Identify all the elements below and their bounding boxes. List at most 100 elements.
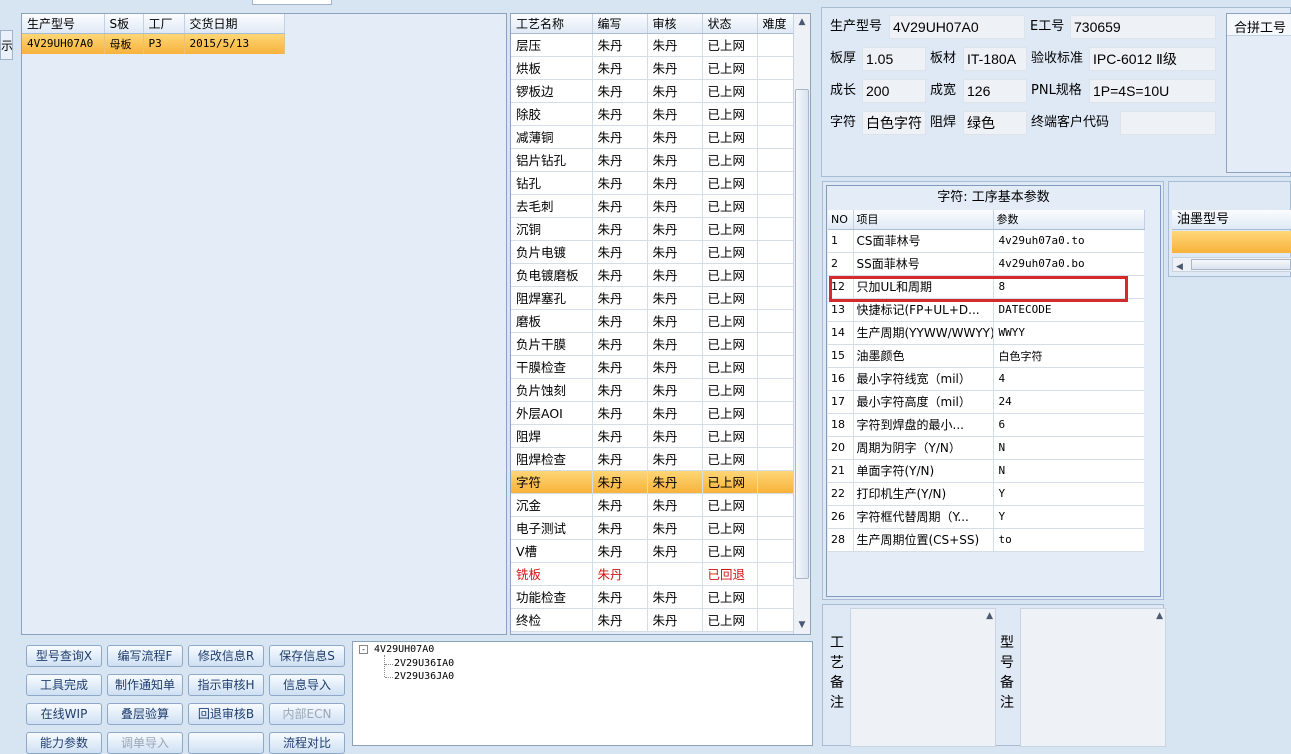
action-button[interactable]: 型号查询X (26, 645, 102, 667)
process-cell-status: 已上网 (702, 240, 758, 264)
column-header[interactable]: 生产型号 (22, 14, 105, 34)
process-row[interactable]: 终检 朱丹 朱丹 已上网 (511, 608, 794, 632)
param-row[interactable]: 28 生产周期位置(CS+SS) to (828, 528, 1144, 552)
param-row[interactable]: 26 字符框代替周期（Y... Y (828, 505, 1144, 529)
ink-hscroll[interactable]: ◀ (1172, 257, 1291, 272)
process-row[interactable]: V槽 朱丹 朱丹 已上网 (511, 539, 794, 563)
param-row[interactable]: 14 生产周期(YYWW/WWYY) WWYY (828, 321, 1144, 345)
process-row[interactable]: 阻焊塞孔 朱丹 朱丹 已上网 (511, 286, 794, 310)
process-row[interactable]: 干膜检查 朱丹 朱丹 已上网 (511, 355, 794, 379)
left-edge-tab[interactable]: 示 (0, 30, 13, 60)
action-button[interactable]: 内部ECN (269, 703, 345, 725)
model-value[interactable]: 4V29UH07A0 (889, 15, 1025, 39)
action-button[interactable]: 指示审核H (188, 674, 264, 696)
scroll-up-icon[interactable]: ▲ (986, 611, 993, 621)
column-header[interactable]: 编写 (592, 14, 648, 34)
material-value[interactable]: IT-180A (963, 47, 1027, 71)
process-row[interactable]: 负片蚀刻 朱丹 朱丹 已上网 (511, 378, 794, 402)
width-value[interactable]: 126 (963, 79, 1027, 103)
pnl-value[interactable]: 1P=4S=10U (1089, 79, 1216, 103)
action-button[interactable]: 能力参数 (26, 732, 102, 754)
hscroll-thumb[interactable] (1191, 259, 1291, 270)
process-row[interactable]: 负片电镀 朱丹 朱丹 已上网 (511, 240, 794, 264)
mask-value[interactable]: 绿色 (963, 111, 1027, 135)
process-row[interactable]: 外层AOI 朱丹 朱丹 已上网 (511, 401, 794, 425)
process-row[interactable]: 负电镀磨板 朱丹 朱丹 已上网 (511, 263, 794, 287)
process-row[interactable]: 铣板 朱丹 已回退 (511, 562, 794, 586)
process-row[interactable]: 减薄铜 朱丹 朱丹 已上网 (511, 125, 794, 149)
action-button[interactable]: 叠层验算 (107, 703, 183, 725)
process-row[interactable]: 电子测试 朱丹 朱丹 已上网 (511, 516, 794, 540)
process-row[interactable]: 去毛刺 朱丹 朱丹 已上网 (511, 194, 794, 218)
char-value[interactable]: 白色字符 (862, 111, 926, 135)
column-header[interactable]: 参数 (993, 210, 1145, 230)
tree-child[interactable]: 2V29U36IA0 (394, 658, 454, 669)
customer-value[interactable] (1120, 111, 1216, 135)
column-header[interactable]: 交货日期 (184, 14, 285, 34)
column-header[interactable]: 项目 (853, 210, 994, 230)
scroll-up-icon[interactable]: ▲ (1156, 611, 1163, 621)
param-row[interactable]: 21 单面字符(Y/N) N (828, 459, 1144, 483)
tree-child[interactable]: 2V29U36JA0 (394, 671, 454, 682)
process-row[interactable]: 锣板边 朱丹 朱丹 已上网 (511, 79, 794, 103)
e-value[interactable]: 730659 (1070, 15, 1216, 39)
column-header[interactable]: NO (828, 210, 854, 230)
scroll-down-icon[interactable]: ▼ (794, 617, 810, 634)
action-button[interactable]: 工具完成 (26, 674, 102, 696)
param-row[interactable]: 17 最小字符高度（mil） 24 (828, 390, 1144, 414)
action-button[interactable]: 信息导入 (269, 674, 345, 696)
process-row[interactable]: 负片干膜 朱丹 朱丹 已上网 (511, 332, 794, 356)
process-row[interactable]: 层压 朱丹 朱丹 已上网 (511, 33, 794, 57)
process-row[interactable]: 沉金 朱丹 朱丹 已上网 (511, 493, 794, 517)
process-row[interactable]: 沉铜 朱丹 朱丹 已上网 (511, 217, 794, 241)
process-row[interactable]: 除胶 朱丹 朱丹 已上网 (511, 102, 794, 126)
process-row[interactable]: 铝片钻孔 朱丹 朱丹 已上网 (511, 148, 794, 172)
scroll-up-icon[interactable]: ▲ (794, 14, 810, 31)
tree-root[interactable]: - 4V29UH07A0 (359, 644, 434, 655)
process-row[interactable]: 烘板 朱丹 朱丹 已上网 (511, 56, 794, 80)
param-row[interactable]: 20 周期为阴字（Y/N） N (828, 436, 1144, 460)
column-header[interactable]: 工厂 (143, 14, 185, 34)
action-button[interactable]: 在线WIP (26, 703, 102, 725)
process-row[interactable]: 阻焊检查 朱丹 朱丹 已上网 (511, 447, 794, 471)
action-button[interactable]: 保存信息S (269, 645, 345, 667)
process-scrollbar[interactable]: ▲ ▼ (793, 14, 810, 634)
action-button[interactable]: 流程对比 (269, 732, 345, 754)
column-header[interactable]: 工艺名称 (511, 14, 593, 34)
process-row[interactable]: 磨板 朱丹 朱丹 已上网 (511, 309, 794, 333)
action-button[interactable]: 制作通知单 (107, 674, 183, 696)
standard-value[interactable]: IPC-6012 Ⅱ级 (1089, 47, 1216, 71)
param-row[interactable]: 18 字符到焊盘的最小... 6 (828, 413, 1144, 437)
process-cell-level (757, 332, 794, 356)
ink-selected-row[interactable] (1172, 231, 1291, 253)
process-cell-name: 阻焊塞孔 (511, 286, 593, 310)
column-header[interactable]: 审核 (647, 14, 703, 34)
scroll-thumb[interactable] (795, 89, 809, 579)
column-header[interactable]: 难度 (757, 14, 794, 34)
scroll-left-icon[interactable]: ◀ (1173, 262, 1183, 272)
action-button[interactable]: 回退审核B (188, 703, 264, 725)
column-header[interactable]: S板 (104, 14, 144, 34)
table-row[interactable]: 4V29UH07A0 母板 P3 2015/5/13 (22, 33, 285, 54)
param-row[interactable]: 1 CS面菲林号 4v29uh07a0.to (828, 229, 1144, 253)
thickness-value[interactable]: 1.05 (862, 47, 926, 71)
action-button[interactable]: 编写流程F (107, 645, 183, 667)
process-row[interactable]: 功能检查 朱丹 朱丹 已上网 (511, 585, 794, 609)
process-row[interactable]: 阻焊 朱丹 朱丹 已上网 (511, 424, 794, 448)
param-row[interactable]: 16 最小字符线宽（mil） 4 (828, 367, 1144, 391)
action-button[interactable]: 调单导入 (107, 732, 183, 754)
action-button[interactable]: 修改信息R (188, 645, 264, 667)
action-button[interactable] (188, 732, 264, 754)
customer-label: 终端客户代码 (1031, 115, 1110, 130)
process-row[interactable]: 钻孔 朱丹 朱丹 已上网 (511, 171, 794, 195)
param-row[interactable]: 22 打印机生产(Y/N) Y (828, 482, 1144, 506)
top-tab[interactable] (252, 0, 332, 5)
length-value[interactable]: 200 (862, 79, 926, 103)
column-header[interactable]: 状态 (702, 14, 758, 34)
process-note-field[interactable]: ▲ (850, 608, 996, 747)
process-row[interactable]: 字符 朱丹 朱丹 已上网 (511, 470, 794, 494)
model-note-field[interactable]: ▲ (1020, 608, 1166, 747)
param-row[interactable]: 15 油墨颜色 白色字符 (828, 344, 1144, 368)
tree-collapse-icon[interactable]: - (359, 644, 368, 654)
param-row[interactable]: 2 SS面菲林号 4v29uh07a0.bo (828, 252, 1144, 276)
